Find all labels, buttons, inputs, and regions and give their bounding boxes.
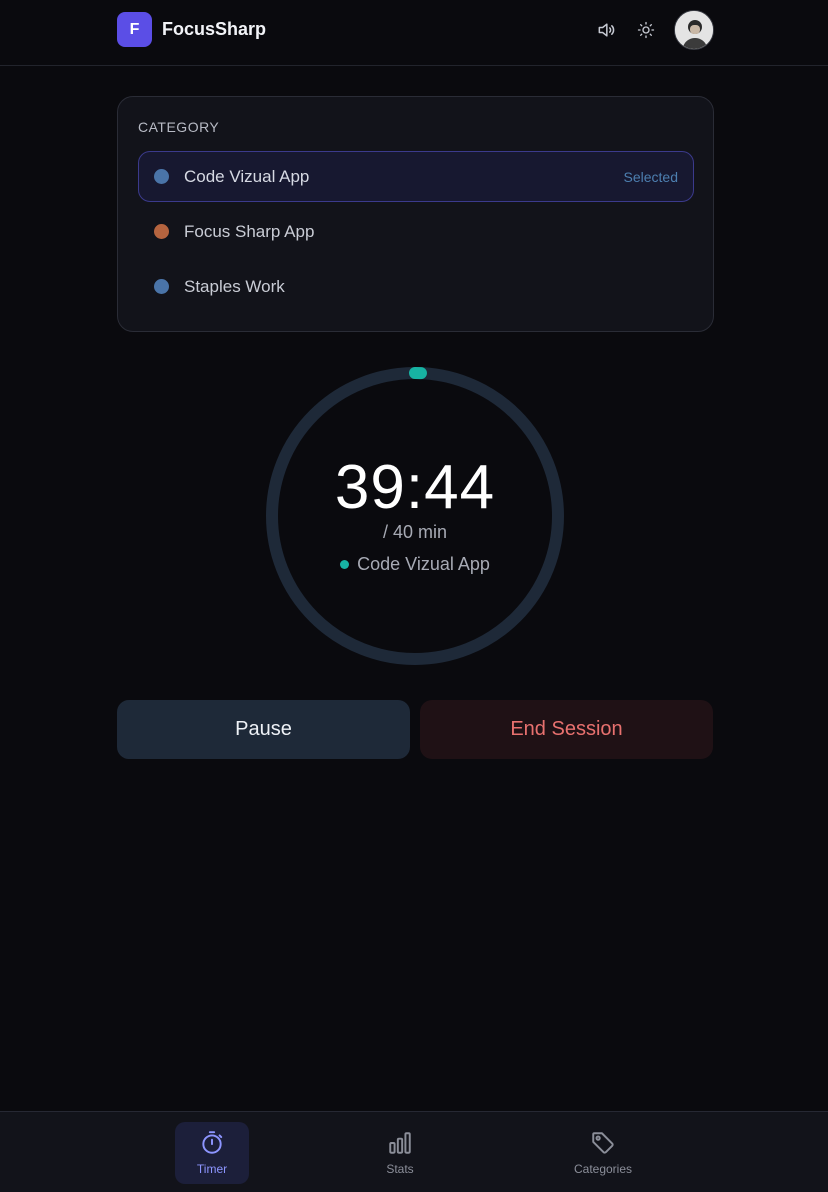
category-label: Staples Work [184, 276, 285, 296]
bar-chart-icon [389, 1132, 411, 1154]
bottom-nav: Timer Stats Categories [0, 1111, 828, 1192]
end-session-button[interactable]: End Session [420, 700, 713, 759]
brand[interactable]: F FocusSharp [117, 12, 266, 47]
brand-name: FocusSharp [162, 19, 267, 39]
app: F FocusSharp CATEGORY Code Vizual App Se… [0, 0, 828, 1192]
header-actions [594, 10, 714, 50]
speaker-icon[interactable] [594, 18, 618, 42]
stopwatch-icon [202, 1131, 223, 1154]
category-color-dot [154, 169, 169, 184]
nav-item-categories[interactable]: Categories [563, 1122, 643, 1184]
category-item-focus-sharp-app[interactable]: Focus Sharp App [138, 206, 694, 257]
category-label: Code Vizual App [184, 166, 310, 186]
category-label: Focus Sharp App [184, 221, 315, 241]
category-color-dot [154, 279, 169, 294]
timer-time: 39:44 [334, 453, 496, 522]
nav-label: Timer [196, 1162, 228, 1176]
pause-button[interactable]: Pause [117, 700, 410, 759]
header: F FocusSharp [0, 0, 828, 66]
timer-total: / 40 min [382, 522, 448, 542]
nav-item-stats[interactable]: Stats [363, 1122, 437, 1184]
timer: 39:44 / 40 min Code Vizual App [265, 366, 565, 666]
timer-category-label: Code Vizual App [357, 554, 490, 574]
timer-category-dot [340, 560, 350, 569]
category-color-dot [154, 224, 169, 239]
nav-label: Categories [573, 1162, 633, 1176]
selected-badge: Selected [623, 168, 678, 185]
category-title: CATEGORY [138, 119, 220, 135]
user-avatar[interactable] [674, 10, 714, 50]
tag-icon [592, 1132, 614, 1154]
nav-item-timer[interactable]: Timer [175, 1122, 249, 1184]
category-card: CATEGORY Code Vizual App Selected Focus … [117, 96, 714, 332]
brand-logo: F [117, 12, 152, 47]
timer-category: Code Vizual App [265, 554, 565, 575]
category-item-code-vizual-app[interactable]: Code Vizual App Selected [138, 151, 694, 202]
category-item-staples-work[interactable]: Staples Work [138, 261, 694, 312]
nav-label: Stats [386, 1162, 414, 1176]
sun-icon[interactable] [634, 18, 658, 42]
